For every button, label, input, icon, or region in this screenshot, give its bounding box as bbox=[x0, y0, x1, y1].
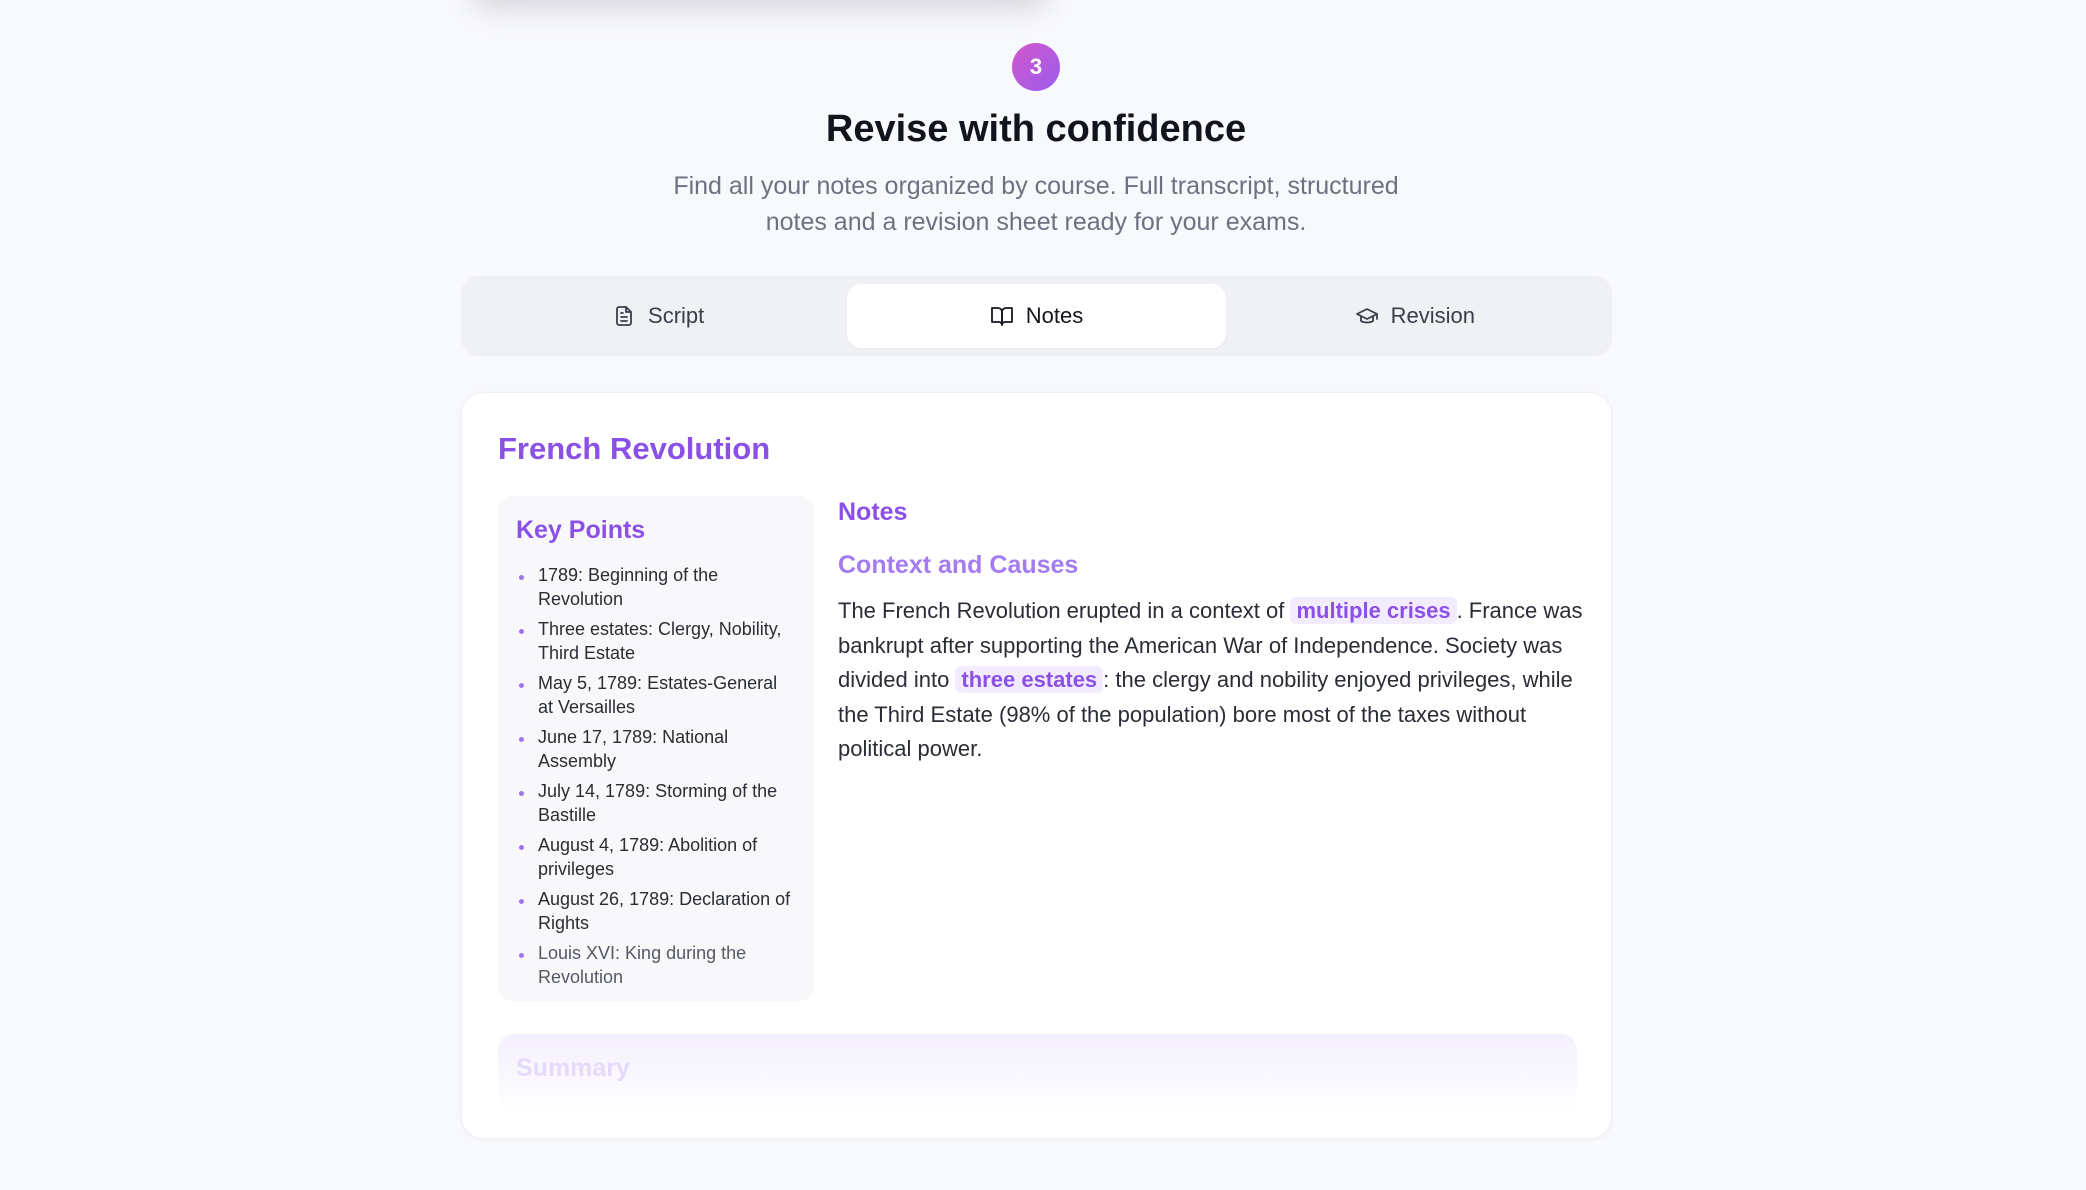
key-point-item: Three estates: Clergy, Nobility, Third E… bbox=[516, 617, 796, 665]
notes-paragraph: The French Revolution erupted in a conte… bbox=[838, 594, 1583, 767]
document-icon bbox=[616, 306, 632, 326]
key-point-item: May 5, 1789: Estates-General at Versaill… bbox=[516, 671, 796, 719]
tab-script-label: Script bbox=[648, 303, 705, 328]
key-point-item: 1789: Beginning of the Revolution bbox=[516, 563, 796, 611]
highlight-term[interactable]: multiple crises bbox=[1290, 597, 1457, 624]
step-number-badge: 3 bbox=[1012, 43, 1060, 91]
book-open-icon bbox=[990, 307, 1013, 326]
view-tabs: Script Notes Revision bbox=[461, 276, 1612, 356]
summary-panel: Summary bbox=[498, 1034, 1577, 1114]
tab-revision[interactable]: Revision bbox=[1226, 284, 1604, 348]
key-point-item: June 17, 1789: National Assembly bbox=[516, 725, 796, 773]
page-title: Revise with confidence bbox=[825, 108, 1247, 150]
section-heading: Context and Causes bbox=[838, 551, 1079, 579]
tab-notes[interactable]: Notes bbox=[847, 284, 1226, 348]
key-points-title: Key Points bbox=[516, 516, 646, 544]
key-point-item: August 26, 1789: Declaration of Rights bbox=[516, 887, 796, 935]
tab-script[interactable]: Script bbox=[469, 284, 847, 348]
highlight-term[interactable]: three estates bbox=[955, 666, 1104, 693]
key-point-item: August 4, 1789: Abolition of privileges bbox=[516, 833, 796, 881]
page-subtitle: Find all your notes organized by course.… bbox=[643, 168, 1429, 240]
key-point-item: Louis XVI: King during the Revolution bbox=[516, 941, 796, 989]
graduation-cap-icon bbox=[1355, 308, 1378, 324]
tab-notes-label: Notes bbox=[1025, 303, 1084, 328]
key-point-item: July 14, 1789: Storming of the Bastille bbox=[516, 779, 796, 827]
notes-text-part: The French Revolution erupted in a conte… bbox=[838, 598, 1291, 623]
course-title: French Revolution bbox=[498, 431, 771, 466]
key-points-panel: Key Points 1789: Beginning of the Revolu… bbox=[498, 496, 814, 1001]
subtitle-line-2: notes and a revision sheet ready for you… bbox=[765, 208, 1307, 236]
notes-heading: Notes bbox=[838, 498, 908, 526]
notes-card: French Revolution Key Points 1789: Begin… bbox=[461, 392, 1612, 1139]
summary-title: Summary bbox=[516, 1054, 630, 1082]
subtitle-line-1: Find all your notes organized by course.… bbox=[673, 172, 1399, 200]
key-points-list: 1789: Beginning of the Revolution Three … bbox=[516, 563, 796, 989]
notes-content: Notes Context and Causes The French Revo… bbox=[838, 496, 1583, 767]
tab-revision-label: Revision bbox=[1390, 303, 1475, 328]
